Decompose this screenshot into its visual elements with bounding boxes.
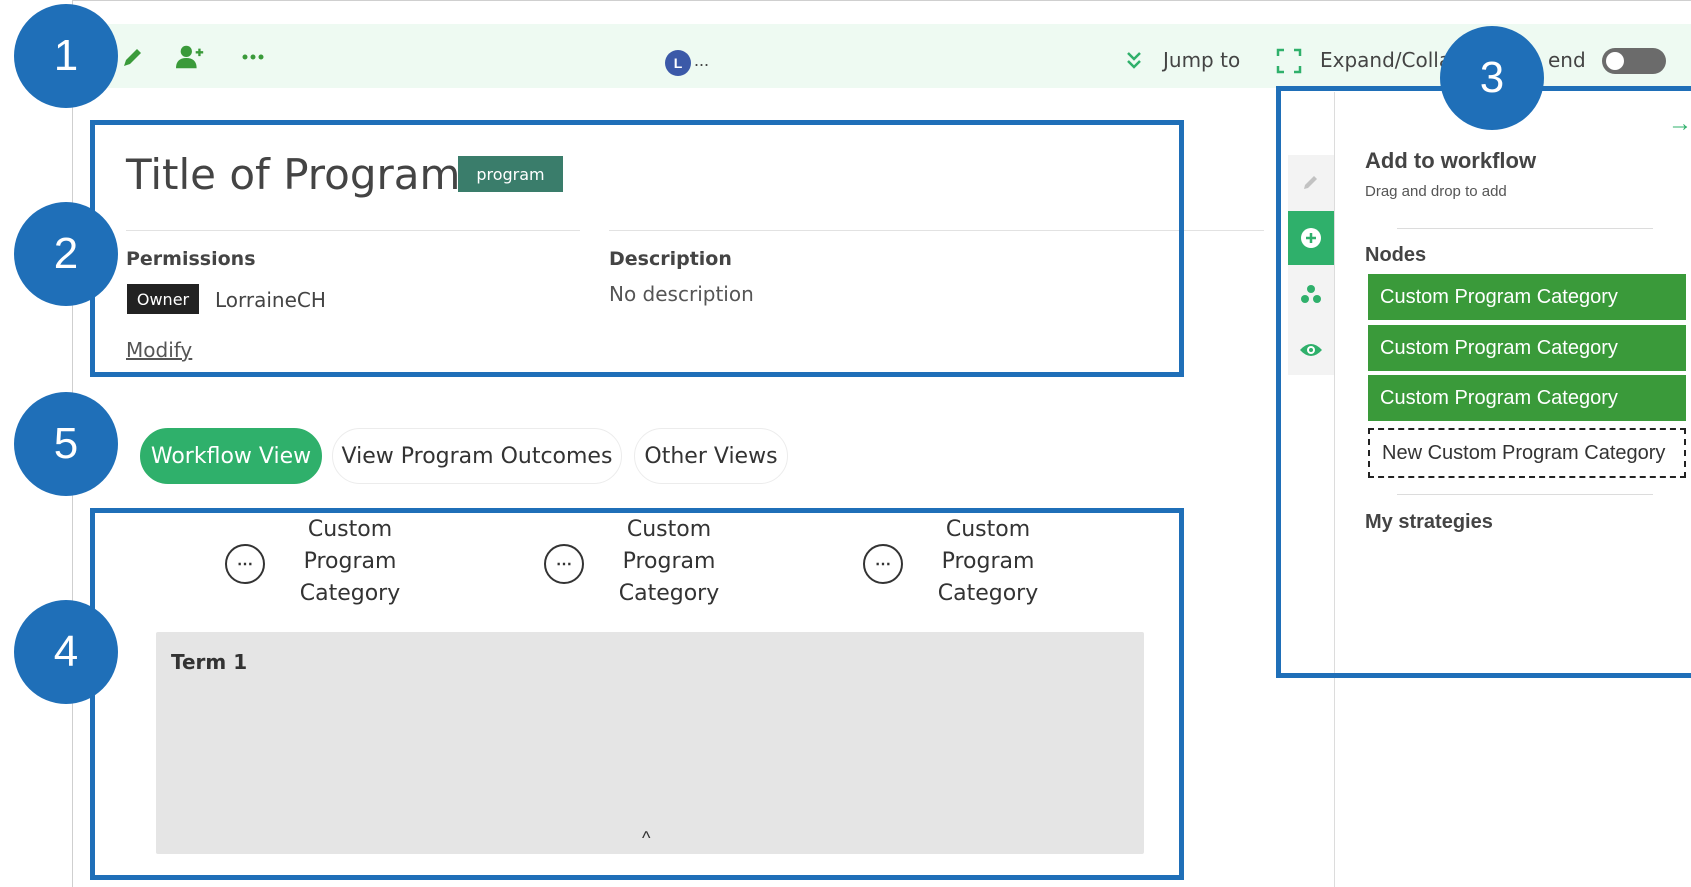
expand-icon[interactable]	[1276, 48, 1302, 79]
edit-icon[interactable]	[118, 42, 148, 72]
callout-4: 4	[14, 600, 118, 704]
jump-to-button[interactable]: Jump to	[1163, 48, 1240, 72]
tab-workflow-view[interactable]: Workflow View	[140, 428, 322, 484]
highlight-box-header	[90, 120, 1184, 377]
tab-other-views[interactable]: Other Views	[634, 428, 788, 484]
callout-2: 2	[14, 202, 118, 306]
add-user-icon[interactable]	[176, 42, 206, 72]
tab-program-outcomes[interactable]: View Program Outcomes	[332, 428, 622, 484]
jump-to-icon[interactable]	[1124, 50, 1144, 77]
highlight-box-workflow	[90, 508, 1184, 880]
expand-collapse-button[interactable]: Expand/Colla	[1320, 48, 1451, 72]
avatar[interactable]: L	[665, 50, 691, 76]
toggle-knob	[1606, 52, 1624, 70]
legend-label: end	[1548, 48, 1586, 72]
callout-1: 1	[14, 4, 118, 108]
callout-5: 5	[14, 392, 118, 496]
callout-3: 3	[1440, 26, 1544, 130]
avatar-more[interactable]: ...	[694, 50, 709, 71]
legend-toggle[interactable]	[1602, 48, 1666, 74]
more-icon[interactable]	[238, 42, 268, 72]
highlight-box-panel	[1276, 86, 1691, 678]
